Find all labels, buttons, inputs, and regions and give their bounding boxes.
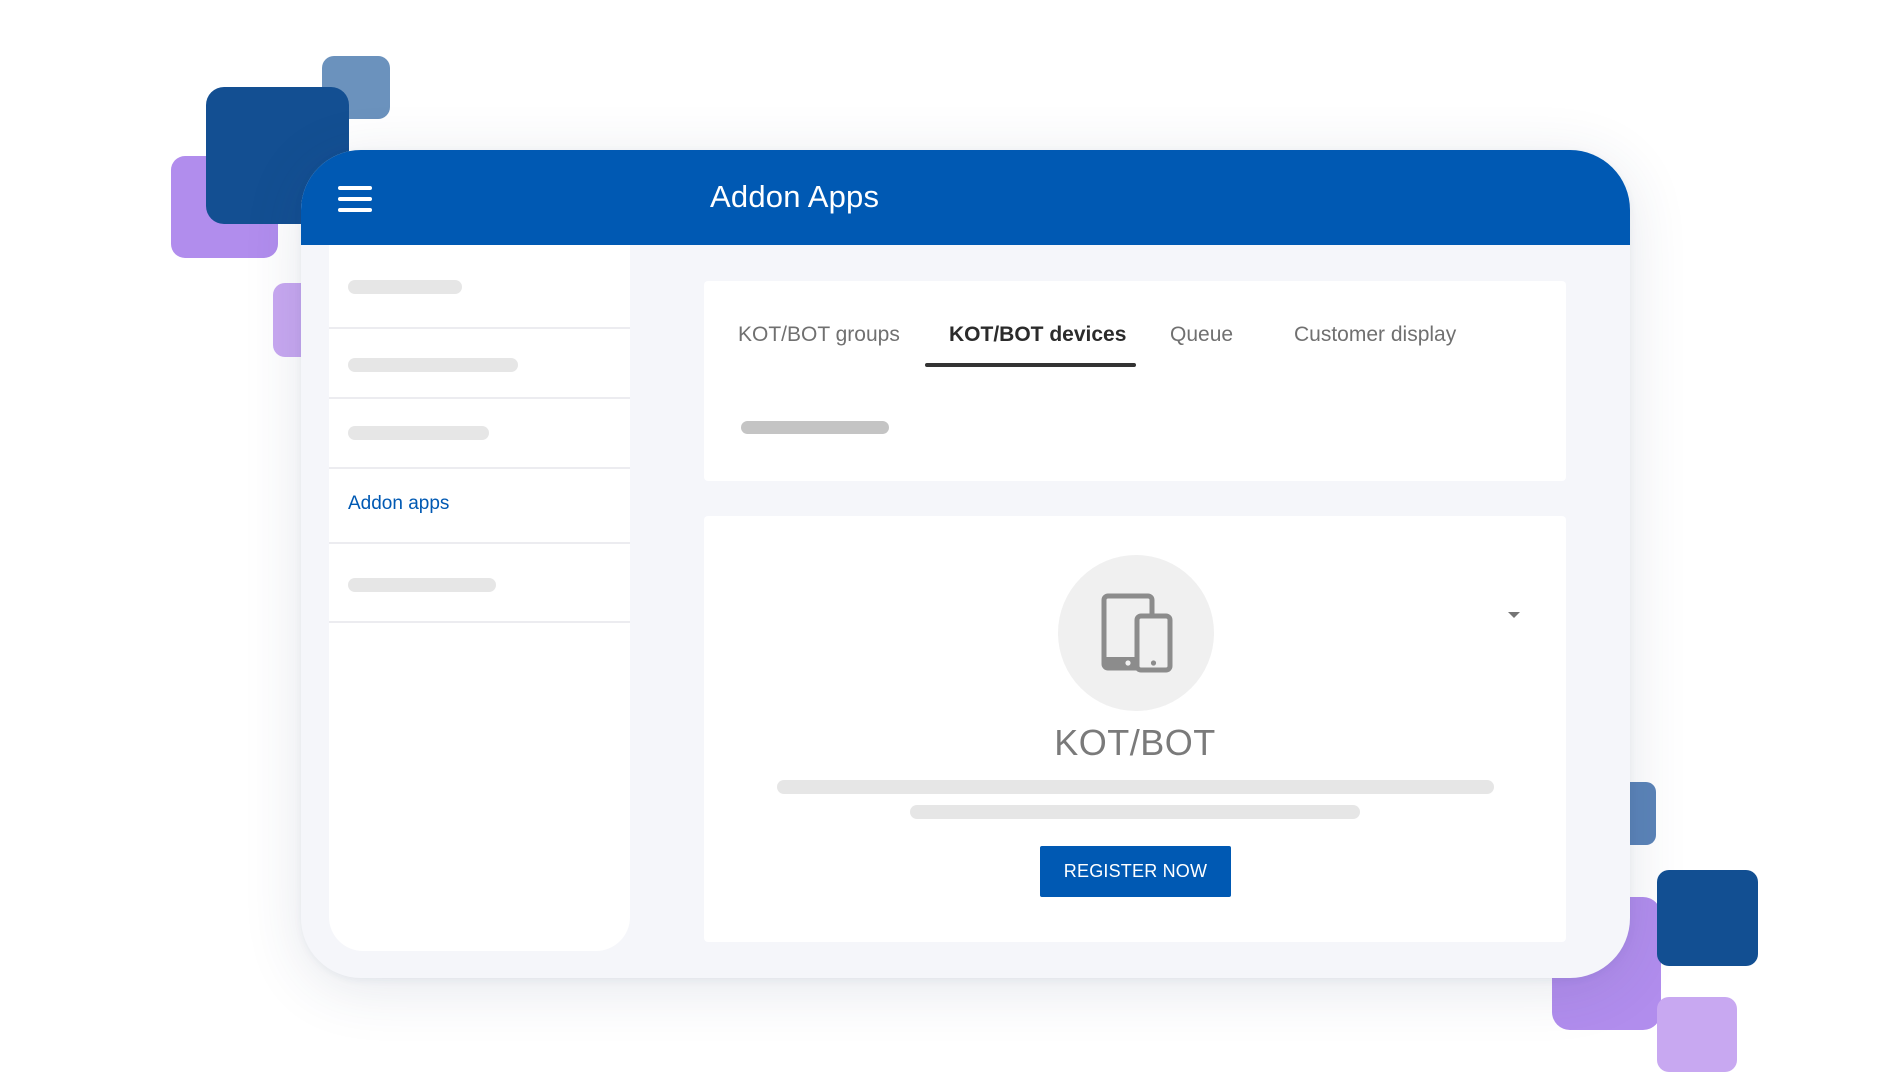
decorative-square	[1657, 997, 1737, 1072]
active-tab-indicator	[925, 363, 1136, 367]
tab-kot-bot-groups[interactable]: KOT/BOT groups	[738, 323, 900, 347]
text-placeholder	[777, 780, 1494, 794]
sidebar-item-placeholder-3[interactable]	[329, 399, 630, 469]
tab-customer-display[interactable]: Customer display	[1294, 323, 1456, 347]
hamburger-menu-icon[interactable]	[338, 186, 372, 212]
sidebar-item-placeholder-5[interactable]	[329, 544, 630, 623]
caret-down-icon[interactable]	[1508, 612, 1520, 618]
page-title: Addon Apps	[710, 179, 880, 214]
text-placeholder	[348, 280, 462, 294]
text-placeholder	[348, 578, 496, 592]
sidebar-item-placeholder-1[interactable]	[329, 245, 630, 329]
sidebar-item-addon-apps[interactable]: Addon apps	[329, 469, 630, 544]
tablet-phone-devices-icon	[1101, 593, 1173, 673]
kot-bot-empty-state: KOT/BOT REGISTER NOW	[704, 516, 1566, 942]
empty-state-title: KOT/BOT	[1054, 722, 1216, 763]
tab-queue[interactable]: Queue	[1170, 323, 1233, 347]
app-window: Addon Apps Addon apps KOT/BOT groups KOT…	[301, 150, 1630, 978]
sidebar: Addon apps	[329, 245, 630, 951]
top-app-bar: Addon Apps	[301, 150, 1630, 245]
decorative-square	[1657, 870, 1758, 966]
tab-kot-bot-devices[interactable]: KOT/BOT devices	[949, 323, 1126, 347]
register-now-button[interactable]: REGISTER NOW	[1040, 846, 1231, 897]
stage: Addon Apps Addon apps KOT/BOT groups KOT…	[0, 0, 1885, 1080]
sidebar-item-label: Addon apps	[348, 493, 450, 514]
text-placeholder	[910, 805, 1360, 819]
text-placeholder	[348, 358, 518, 372]
text-placeholder	[741, 421, 889, 434]
text-placeholder	[348, 426, 489, 440]
tabs-panel: KOT/BOT groups KOT/BOT devices Queue Cus…	[704, 281, 1566, 481]
sidebar-item-placeholder-2[interactable]	[329, 329, 630, 399]
device-illustration	[1058, 555, 1214, 711]
